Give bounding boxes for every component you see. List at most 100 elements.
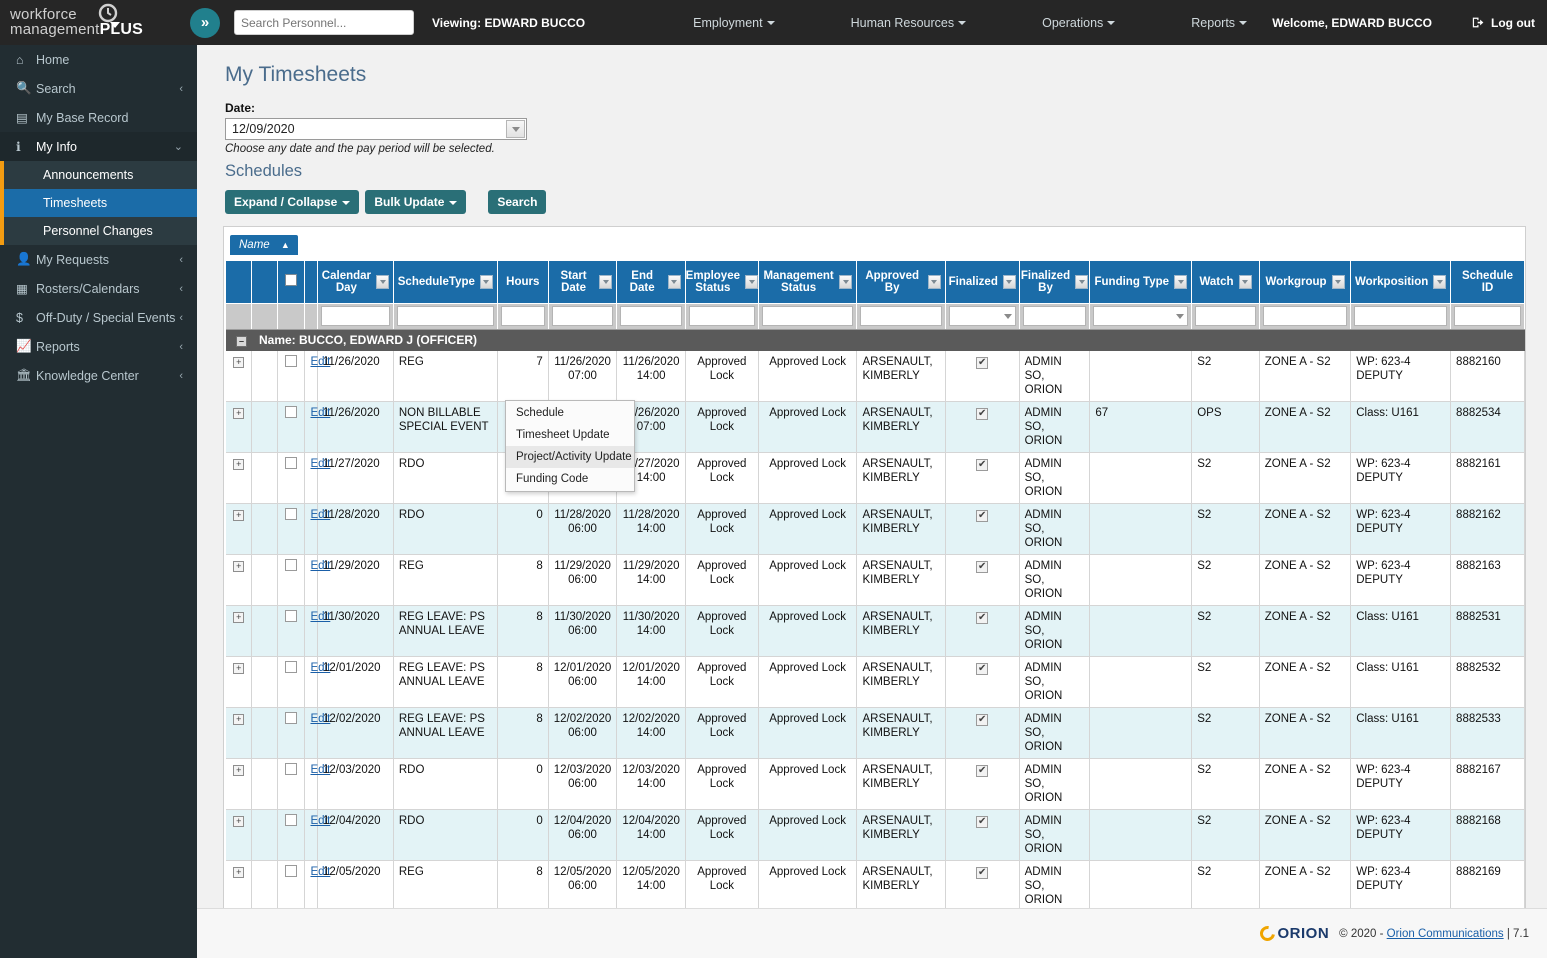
schedules-heading[interactable]: Schedules: [225, 162, 1547, 181]
search-button[interactable]: Search: [488, 190, 547, 214]
row-expand-cell[interactable]: +: [226, 707, 253, 759]
nav-reports[interactable]: Reports: [1153, 16, 1285, 30]
filter-management-status-input[interactable]: [761, 306, 854, 326]
sidebar-item-my-requests[interactable]: 👤 My Requests ‹: [0, 245, 197, 274]
row-expand-cell[interactable]: +: [226, 656, 253, 708]
col-schedule-type[interactable]: ScheduleType: [393, 261, 498, 304]
col-finalized-by[interactable]: Finalized By: [1019, 261, 1091, 304]
filter-icon[interactable]: [1174, 274, 1188, 289]
cell-finalized[interactable]: ✔: [945, 809, 1020, 861]
cell-finalized[interactable]: ✔: [945, 656, 1020, 708]
row-checkbox[interactable]: [285, 763, 298, 775]
date-input[interactable]: 12/09/2020: [225, 118, 527, 140]
row-select-cell[interactable]: [277, 809, 306, 861]
filter-start-date[interactable]: [548, 303, 618, 330]
cell-finalized[interactable]: ✔: [945, 758, 1020, 810]
col-start-date[interactable]: Start Date: [548, 261, 618, 304]
row-edit-cell[interactable]: Edit: [304, 554, 330, 606]
row-checkbox[interactable]: [285, 508, 298, 520]
finalized-checkbox[interactable]: ✔: [976, 765, 989, 777]
filter-end-date[interactable]: [616, 303, 686, 330]
sidebar-item-search[interactable]: 🔍 Search ‹: [0, 74, 197, 103]
sidebar-item-my-base-record[interactable]: ▤ My Base Record: [0, 103, 197, 132]
filter-end-date-input[interactable]: [620, 306, 682, 326]
row-edit-cell[interactable]: Edit: [304, 452, 330, 504]
finalized-checkbox[interactable]: ✔: [976, 459, 989, 471]
row-checkbox[interactable]: [285, 661, 298, 673]
finalized-checkbox[interactable]: ✔: [976, 867, 989, 879]
filter-workgroup[interactable]: [1259, 303, 1352, 330]
filter-workposition[interactable]: [1350, 303, 1452, 330]
filter-icon[interactable]: [479, 274, 493, 289]
finalized-checkbox[interactable]: ✔: [976, 357, 989, 369]
row-expand-cell[interactable]: +: [226, 351, 253, 402]
row-expand-icon[interactable]: +: [233, 612, 245, 623]
filter-schedule-id[interactable]: [1450, 303, 1525, 330]
row-expand-cell[interactable]: +: [226, 503, 253, 555]
cell-finalized[interactable]: ✔: [945, 605, 1020, 657]
filter-finalized-select[interactable]: [948, 306, 1016, 326]
date-dropdown-button[interactable]: [506, 120, 525, 138]
col-funding-type[interactable]: Funding Type: [1089, 261, 1193, 304]
table-row[interactable]: + Edit 11/28/2020 RDO 0 11/28/2020 06:00 11/28/…: [226, 503, 1525, 555]
row-checkbox[interactable]: [285, 712, 298, 724]
row-select-cell[interactable]: [277, 707, 306, 759]
filter-hours-input[interactable]: [500, 306, 545, 326]
filter-schedule-type-input[interactable]: [396, 306, 494, 326]
row-expand-icon[interactable]: +: [233, 663, 245, 674]
row-checkbox[interactable]: [285, 814, 298, 826]
cell-finalized[interactable]: ✔: [945, 707, 1020, 759]
context-menu-item-project-activity-update[interactable]: Project/Activity Update: [506, 446, 634, 468]
row-checkbox[interactable]: [285, 559, 298, 571]
row-expand-icon[interactable]: +: [233, 867, 245, 878]
sidebar-item-rosters-calendars[interactable]: ▦ Rosters/Calendars ‹: [0, 274, 197, 303]
table-row[interactable]: + Edit 11/26/2020 NON BILLABLE SPECIAL EVEN…: [226, 401, 1525, 453]
row-expand-icon[interactable]: +: [233, 816, 245, 827]
context-menu-item-timesheet-update[interactable]: Timesheet Update: [506, 424, 634, 446]
finalized-checkbox[interactable]: ✔: [976, 510, 989, 522]
row-edit-cell[interactable]: Edit: [304, 758, 330, 810]
row-select-cell[interactable]: [277, 605, 306, 657]
table-row[interactable]: + Edit 12/05/2020 REG 8 12/05/2020 06:00 12/05/…: [226, 860, 1525, 912]
col-watch[interactable]: Watch: [1191, 261, 1260, 304]
filter-start-date-input[interactable]: [551, 306, 614, 326]
context-menu-item-schedule[interactable]: Schedule: [506, 402, 634, 424]
filter-workposition-input[interactable]: [1354, 306, 1448, 326]
sidebar-toggle-button[interactable]: »: [190, 7, 220, 38]
table-row[interactable]: + Edit 11/29/2020 REG 8 11/29/2020 06:00 11/29/…: [226, 554, 1525, 606]
table-row[interactable]: + Edit 11/30/2020 REG LEAVE: PS ANNUAL LEAV…: [226, 605, 1525, 657]
row-expand-icon[interactable]: +: [233, 357, 245, 368]
filter-calendar-day[interactable]: [317, 303, 394, 330]
select-all-checkbox[interactable]: [285, 274, 298, 287]
col-select-all[interactable]: [277, 261, 306, 304]
filter-icon[interactable]: [1002, 274, 1016, 289]
table-row[interactable]: + Edit 12/04/2020 RDO 0 12/04/2020 06:00 12/04/…: [226, 809, 1525, 861]
row-edit-cell[interactable]: Edit: [304, 809, 330, 861]
filter-icon[interactable]: [1075, 274, 1089, 289]
context-menu-item-funding-code[interactable]: Funding Code: [506, 468, 634, 490]
col-workposition[interactable]: Workposition: [1350, 261, 1452, 304]
row-expand-cell[interactable]: +: [226, 554, 253, 606]
filter-employee-status-input[interactable]: [688, 306, 755, 326]
row-expand-cell[interactable]: +: [226, 605, 253, 657]
filter-finalized[interactable]: [945, 303, 1020, 330]
group-by-name-button[interactable]: Name ▲: [230, 235, 298, 255]
filter-schedule-id-input[interactable]: [1454, 306, 1521, 326]
filter-funding-type[interactable]: [1089, 303, 1193, 330]
finalized-checkbox[interactable]: ✔: [976, 408, 989, 420]
cell-finalized[interactable]: ✔: [945, 860, 1020, 912]
row-select-cell[interactable]: [277, 351, 306, 402]
row-expand-cell[interactable]: +: [226, 401, 253, 453]
filter-finalized-by-input[interactable]: [1022, 306, 1087, 326]
row-expand-cell[interactable]: +: [226, 860, 253, 912]
col-hours[interactable]: Hours: [497, 261, 549, 304]
col-finalized[interactable]: Finalized: [945, 261, 1020, 304]
cell-finalized[interactable]: ✔: [945, 351, 1020, 402]
filter-icon[interactable]: [667, 274, 681, 289]
cell-finalized[interactable]: ✔: [945, 452, 1020, 504]
logout-button[interactable]: Log out: [1472, 16, 1535, 30]
filter-management-status[interactable]: [758, 303, 858, 330]
finalized-checkbox[interactable]: ✔: [976, 714, 989, 726]
sidebar-item-my-info[interactable]: ℹ My Info ⌄: [0, 132, 197, 161]
app-logo[interactable]: workforce managementPLUS: [0, 0, 186, 45]
